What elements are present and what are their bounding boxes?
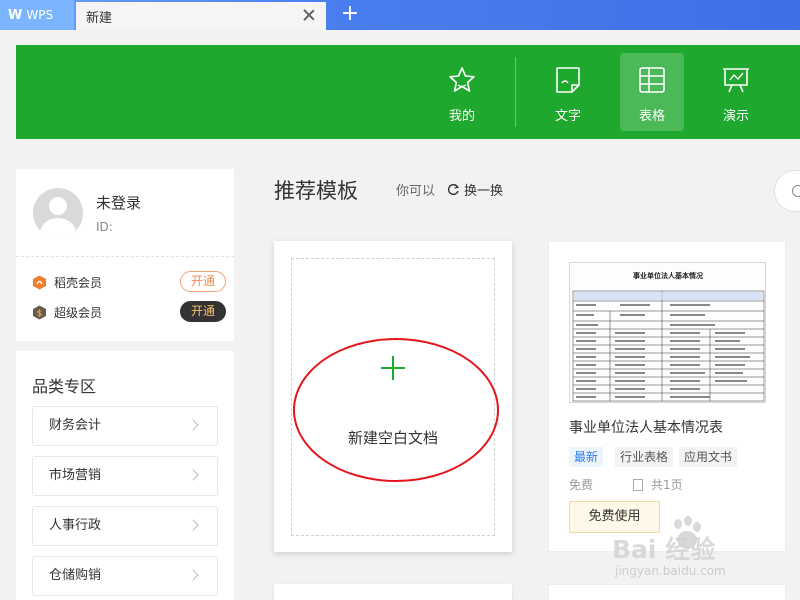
new-blank-document-label: 新建空白文档 (347, 429, 438, 447)
category-item-label: 仓储购销 (49, 568, 102, 583)
docer-member-label: 稻壳会员 (54, 275, 103, 290)
chevron-right-icon (187, 519, 199, 531)
tag-latest: 最新 (569, 447, 604, 467)
nav-divider (515, 57, 516, 127)
new-document-tab[interactable]: 新建 (76, 2, 326, 30)
category-item-hr[interactable]: 人事行政 (32, 506, 218, 546)
docer-open-button[interactable]: 开通 (180, 271, 226, 292)
category-item-label: 市场营销 (49, 468, 102, 483)
user-id-label: ID: (96, 220, 113, 234)
chevron-right-icon (187, 419, 199, 431)
wps-home-tab[interactable]: W WPS (0, 0, 74, 30)
refresh-label: 换一换 (464, 184, 504, 199)
nav-mine[interactable]: 我的 (430, 53, 494, 131)
nav-mine-label: 我的 (448, 109, 475, 124)
category-item-warehouse[interactable]: 仓储购销 (32, 556, 218, 596)
template-thumbnail-image: 事业单位法人基本情况 (572, 271, 765, 402)
category-header: 我的 文字 表格 演示 (16, 45, 800, 139)
watermark-url: jingyan.baidu.com (615, 564, 726, 578)
star-icon (449, 67, 475, 92)
template-thumbnail: 事业单位法人基本情况 (569, 262, 766, 403)
title-tab-bar: W WPS 新建 + (0, 0, 800, 30)
template-pages-label: 共1页 (651, 478, 683, 492)
docer-member-row: 稻壳会员 开通 (32, 271, 226, 292)
refresh-button[interactable]: 换一换 (447, 180, 503, 199)
category-item-label: 人事行政 (49, 518, 102, 533)
nav-spreadsheet[interactable]: 表格 (620, 53, 684, 131)
new-tab-label: 新建 (86, 10, 113, 26)
thumbnail-title: 事业单位法人基本情况 (633, 271, 703, 280)
add-tab-button[interactable]: + (338, 3, 362, 27)
chevron-right-icon (187, 569, 199, 581)
free-use-button[interactable]: 免费使用 (569, 501, 660, 533)
wps-tab-label: WPS (26, 8, 54, 22)
template-price: 免费 (569, 478, 594, 492)
close-tab-icon[interactable] (302, 8, 316, 22)
divider (16, 256, 234, 257)
nav-presentation-label: 演示 (722, 109, 749, 124)
plus-icon (381, 356, 405, 380)
pages-icon (633, 478, 643, 491)
category-title: 品类专区 (32, 377, 97, 396)
dashed-frame (291, 258, 495, 536)
nav-presentation[interactable]: 演示 (704, 53, 768, 131)
search-box[interactable] (774, 170, 800, 212)
presentation-icon (723, 68, 749, 93)
refresh-icon (447, 184, 460, 195)
tag-practical-document[interactable]: 应用文书 (679, 447, 738, 467)
section-title: 推荐模板 (274, 179, 358, 203)
template-name[interactable]: 事业单位法人基本情况表 (569, 417, 723, 437)
tag-industry-form[interactable]: 行业表格 (615, 447, 674, 467)
document-icon (556, 67, 580, 93)
super-member-row: $ 超级会员 开通 (32, 301, 226, 322)
new-blank-document-card[interactable]: 新建空白文档 (274, 241, 512, 552)
search-icon (792, 185, 800, 197)
nav-spreadsheet-label: 表格 (638, 109, 665, 124)
table-icon (639, 67, 665, 93)
login-status[interactable]: 未登录 (96, 192, 141, 213)
avatar-head-shape (49, 197, 67, 215)
wps-logo-icon: W (8, 7, 23, 23)
category-item-label: 财务会计 (49, 418, 102, 433)
plus-icon: + (340, 1, 360, 26)
nav-writer[interactable]: 文字 (536, 53, 600, 131)
template-card-partial[interactable] (274, 584, 512, 600)
category-item-marketing[interactable]: 市场营销 (32, 456, 218, 496)
user-card: 未登录 ID: 稻壳会员 开通 $ 超级会员 开通 (16, 169, 234, 341)
template-card-partial[interactable] (548, 584, 786, 600)
docer-icon (33, 275, 46, 289)
nav-writer-label: 文字 (554, 109, 581, 124)
category-panel: 品类专区 财务会计 市场营销 人事行政 仓储购销 (16, 351, 234, 600)
avatar-body-shape (40, 218, 76, 238)
avatar[interactable] (33, 188, 83, 238)
super-member-icon: $ (33, 305, 46, 319)
hint-text: 你可以 (396, 184, 436, 199)
category-item-finance[interactable]: 财务会计 (32, 406, 218, 446)
chevron-right-icon (187, 469, 199, 481)
template-pages: 共1页 (633, 476, 683, 493)
svg-text:$: $ (37, 309, 43, 319)
super-member-open-button[interactable]: 开通 (180, 301, 226, 322)
super-member-label: 超级会员 (54, 305, 103, 320)
template-card[interactable]: 事业单位法人基本情况 事业单位法人基本情况表 最新 行业表格 应用文书 免费 共… (548, 241, 786, 552)
